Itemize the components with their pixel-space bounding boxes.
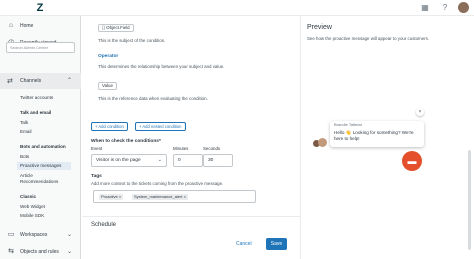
add-condition-label: Add condition xyxy=(98,124,124,129)
nav-workspaces-label: Workspaces xyxy=(20,232,48,238)
nav-mobile-sdk[interactable]: Mobile SDK xyxy=(20,213,44,218)
schedule-heading: Schedule xyxy=(91,222,117,228)
event-select[interactable]: Visitor is on the page ⌄ xyxy=(91,154,167,167)
user-avatar[interactable] xyxy=(458,2,469,13)
operator-help: This determines the relationship between… xyxy=(98,64,225,69)
arrows-icon: ⇄ xyxy=(7,78,13,85)
chevron-down-icon: ⌄ xyxy=(157,157,162,163)
nav-web-widget[interactable]: Web Widget xyxy=(20,204,45,209)
add-nested-condition-label: Add nested condition xyxy=(142,124,182,129)
tags-help: Add more context to the tickets coming f… xyxy=(91,181,224,186)
nav-workspaces[interactable]: ▭ Workspaces ⌄ xyxy=(0,228,81,242)
nav-objects-rules[interactable]: ⇆ Objects and rules ⌄ xyxy=(0,245,81,259)
subject-pill[interactable]: {} Object.Field xyxy=(98,24,134,32)
tag-chip-label: Proactive xyxy=(101,194,118,199)
workspace-icon: ▭ xyxy=(7,231,15,238)
tag-chip-label: System_maintenance_alert xyxy=(134,194,183,199)
agent-avatar xyxy=(318,138,327,147)
scrollbar[interactable] xyxy=(468,150,471,250)
nav-section-classic: Classic xyxy=(20,194,37,199)
nav-channels-label: Channels xyxy=(20,78,42,84)
proactive-message-text: Hello 👋 Looking for something? We're her… xyxy=(334,130,414,141)
preview-description: See how the proactive message will appea… xyxy=(307,36,430,41)
seconds-label: Seconds xyxy=(203,146,221,151)
home-icon: ⌂ xyxy=(8,22,14,29)
subject-help: This is the subject of the condition. xyxy=(98,38,166,43)
top-bar: Z ▦ ? xyxy=(0,0,474,16)
chevron-down-icon: ⌄ xyxy=(66,249,72,255)
admin-center-window: Z ▦ ? ⌂ Home ◷ Recently viewed ⌄ Search … xyxy=(0,0,474,259)
nav-home[interactable]: ⌂ Home xyxy=(0,19,80,33)
save-button[interactable]: Save xyxy=(266,238,287,250)
nav-objects-rules-label: Objects and rules xyxy=(20,249,59,255)
operator-label: Operator xyxy=(98,54,119,59)
preview-title: Preview xyxy=(307,24,332,31)
rules-icon: ⇆ xyxy=(8,248,14,255)
zendesk-logo-icon[interactable]: Z xyxy=(34,2,46,14)
chevron-up-icon: ⌃ xyxy=(66,78,72,84)
nav-article-recommendations[interactable]: Article Recommendations xyxy=(20,173,70,185)
tags-label: Tags xyxy=(91,174,102,179)
value-pill[interactable]: Value xyxy=(98,82,117,90)
search-input[interactable]: Search Admin Center xyxy=(6,42,75,53)
nav-home-label: Home xyxy=(20,23,34,29)
cancel-button[interactable]: Cancel xyxy=(236,241,252,247)
nav-section-bots: Bots and automation xyxy=(20,144,66,149)
close-icon[interactable]: × xyxy=(119,194,121,199)
agent-name: Brandie Taltmat xyxy=(334,122,362,127)
nav-email[interactable]: Email xyxy=(20,129,32,134)
minutes-label: Minutes xyxy=(173,146,189,151)
event-label: Event xyxy=(91,146,103,151)
code-icon: {} xyxy=(102,25,105,30)
close-icon[interactable]: × xyxy=(184,194,186,199)
seconds-input[interactable]: 30 xyxy=(203,154,233,167)
event-select-value: Visitor is on the page xyxy=(96,158,141,163)
close-icon[interactable]: × xyxy=(416,108,424,116)
tag-chip[interactable]: Proactive × xyxy=(99,194,124,200)
minutes-input[interactable]: 0 xyxy=(173,154,203,167)
add-condition-button[interactable]: + Add condition xyxy=(91,122,128,131)
chevron-down-icon: ⌄ xyxy=(66,232,72,238)
nav-bots[interactable]: Bots xyxy=(20,154,29,159)
value-help: This is the reference data when evaluati… xyxy=(98,96,208,101)
chat-bubble-icon: ▬ xyxy=(407,156,417,166)
tags-input[interactable]: Proactive × System_maintenance_alert × xyxy=(93,190,256,203)
nav-section-talk-email: Talk and email xyxy=(20,110,52,115)
help-icon[interactable]: ? xyxy=(440,3,450,13)
when-label: When to check the conditions* xyxy=(91,139,161,144)
nav-twitter-accounts[interactable]: Twitter accounts xyxy=(20,95,53,100)
subject-pill-label: Object.Field xyxy=(106,25,130,30)
nav-proactive-messages[interactable]: Proactive messages xyxy=(20,163,61,168)
nav-talk[interactable]: Talk xyxy=(20,120,28,125)
nav-channels[interactable]: ⇄ Channels ⌃ xyxy=(0,73,81,89)
chat-launcher-button[interactable]: ▬ xyxy=(402,151,422,171)
apps-grid-icon[interactable]: ▦ xyxy=(420,3,430,13)
add-nested-condition-button[interactable]: + Add nested condition xyxy=(135,122,186,131)
divider xyxy=(82,216,301,217)
tag-chip[interactable]: System_maintenance_alert × xyxy=(132,194,188,200)
